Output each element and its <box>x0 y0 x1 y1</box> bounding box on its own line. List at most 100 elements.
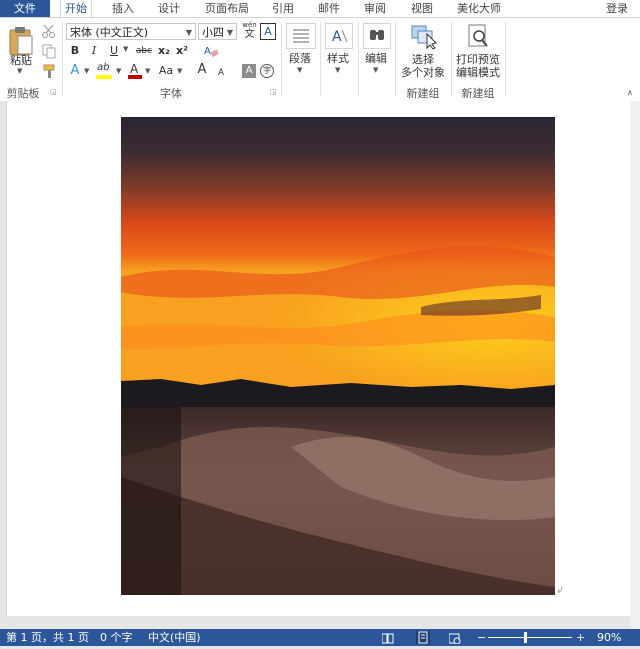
tab-view[interactable]: 视图 <box>411 0 433 17</box>
shrink-font-button[interactable]: A <box>214 65 228 81</box>
superscript-button[interactable]: x² <box>175 43 189 59</box>
language-indicator[interactable]: 中文(中国) <box>148 629 201 646</box>
read-mode-button[interactable] <box>381 632 394 644</box>
new-group-label: 新建组 <box>406 87 440 100</box>
paragraph-mark: ↲ <box>556 586 564 596</box>
chevron-down-icon[interactable]: ▼ <box>335 66 340 74</box>
book-icon <box>381 633 394 644</box>
page-icon <box>418 631 428 644</box>
tab-beautify[interactable]: 美化大师 <box>457 0 501 17</box>
group-divider <box>281 22 282 96</box>
binoculars-icon <box>370 30 384 40</box>
phonetic-bottom: 文 <box>244 29 255 40</box>
print-preview-edit-button[interactable] <box>464 22 492 50</box>
login-link[interactable]: 登录 <box>606 0 628 17</box>
character-border-button[interactable]: A <box>260 23 276 40</box>
new-group-label-2: 新建组 <box>461 87 495 100</box>
italic-button[interactable]: I <box>87 43 101 59</box>
character-shading-button[interactable]: A <box>242 64 256 78</box>
paste-label: 粘贴 <box>10 54 32 67</box>
clipboard-icon <box>9 27 33 56</box>
font-color-swatch <box>128 75 142 79</box>
zoom-level[interactable]: 90% <box>597 629 621 646</box>
underline-button[interactable]: U <box>107 43 121 59</box>
tab-layout[interactable]: 页面布局 <box>205 0 249 17</box>
tab-insert[interactable]: 插入 <box>112 0 134 17</box>
highlight-color-swatch <box>96 75 112 79</box>
highlight-label: ab <box>97 62 110 73</box>
globe-icon <box>448 633 461 645</box>
print-layout-button[interactable] <box>416 631 430 644</box>
chevron-down-icon[interactable]: ▼ <box>116 67 121 75</box>
editing-button[interactable] <box>363 23 391 49</box>
select-multiple-objects-button[interactable] <box>409 22 439 50</box>
highlight-button[interactable]: ab <box>96 62 114 80</box>
svg-text:A: A <box>204 46 211 57</box>
enclose-characters-button[interactable]: 字 <box>260 64 274 78</box>
desert-sunset-picture <box>121 117 555 595</box>
tab-home[interactable]: 开始 <box>60 0 92 18</box>
styles-button[interactable]: A <box>325 23 353 49</box>
zoom-slider-thumb[interactable] <box>524 632 528 643</box>
styles-label: 样式 <box>327 52 349 65</box>
grow-font-button[interactable]: A <box>195 62 209 78</box>
word-count[interactable]: 0 个字 <box>100 629 133 646</box>
zoom-slider[interactable] <box>488 637 572 638</box>
group-divider <box>62 22 63 96</box>
chevron-down-icon[interactable]: ▼ <box>297 66 302 74</box>
font-color-button[interactable]: A <box>127 62 143 80</box>
paste-button[interactable] <box>7 24 35 58</box>
bold-button[interactable]: B <box>68 43 82 59</box>
collapse-ribbon-icon[interactable]: ∧ <box>627 88 633 97</box>
paintbrush-icon <box>43 64 55 78</box>
tab-file[interactable]: 文件 <box>0 0 50 17</box>
text-effects-button[interactable]: A <box>68 63 82 79</box>
select-objects-line1: 选择 <box>412 53 434 66</box>
font-name-select[interactable]: 宋体 (中文正文) ▼ <box>66 23 196 40</box>
copy-button[interactable] <box>41 43 57 59</box>
tab-review[interactable]: 审阅 <box>364 0 386 17</box>
font-name-value: 宋体 (中文正文) <box>70 26 149 39</box>
dialog-launcher-icon[interactable]: ◲ <box>50 88 57 96</box>
strikethrough-button[interactable]: abc <box>134 43 154 59</box>
subscript-button[interactable]: x₂ <box>157 43 171 59</box>
group-divider <box>358 22 359 96</box>
tab-mailings[interactable]: 邮件 <box>318 0 340 17</box>
font-size-select[interactable]: 小四 ▼ <box>198 23 237 40</box>
clipboard-group-label: 剪贴板 <box>6 87 40 100</box>
clear-formatting-button[interactable]: A <box>203 43 219 59</box>
chevron-down-icon[interactable]: ▼ <box>373 66 378 74</box>
status-bar: 第 1 页，共 1 页 0 个字 中文(中国) − + 90% <box>0 629 640 646</box>
chevron-down-icon[interactable]: ▼ <box>123 45 128 53</box>
print-preview-label: 打印预览 编辑模式 <box>453 53 503 79</box>
styles-icon: A <box>332 29 348 45</box>
zoom-in-button[interactable]: + <box>576 629 585 646</box>
dialog-launcher-icon[interactable]: ◲ <box>270 88 277 96</box>
paragraph-icon <box>293 29 309 43</box>
font-group-label: 字体 <box>160 87 182 100</box>
chevron-down-icon[interactable]: ▼ <box>177 67 182 75</box>
group-divider <box>451 22 452 96</box>
tab-references[interactable]: 引用 <box>272 0 294 17</box>
chevron-down-icon[interactable]: ▼ <box>84 67 89 75</box>
chevron-down-icon[interactable]: ▼ <box>17 67 22 75</box>
print-preview-icon <box>468 24 488 47</box>
desert-sunset-image[interactable] <box>121 117 555 595</box>
group-divider <box>395 22 396 96</box>
ribbon-tab-bar: 文件 开始 插入 设计 页面布局 引用 邮件 审阅 视图 美化大师 登录 <box>0 0 640 18</box>
change-case-button[interactable]: Aa <box>157 63 175 79</box>
cut-button[interactable] <box>41 23 57 39</box>
phonetic-guide-button[interactable]: wén 文 <box>241 21 258 40</box>
scissors-icon <box>42 24 55 38</box>
web-layout-button[interactable] <box>448 632 461 645</box>
paragraph-button[interactable] <box>286 23 316 49</box>
tab-design[interactable]: 设计 <box>158 0 180 17</box>
chevron-down-icon[interactable]: ▼ <box>145 67 150 75</box>
zoom-out-button[interactable]: − <box>477 629 486 646</box>
vertical-scrollbar[interactable] <box>630 101 640 629</box>
print-preview-line1: 打印预览 <box>456 53 500 66</box>
chevron-down-icon: ▼ <box>226 28 233 37</box>
format-painter-button[interactable] <box>41 63 57 79</box>
print-preview-line2: 编辑模式 <box>456 66 500 79</box>
page-count[interactable]: 第 1 页，共 1 页 <box>6 629 89 646</box>
